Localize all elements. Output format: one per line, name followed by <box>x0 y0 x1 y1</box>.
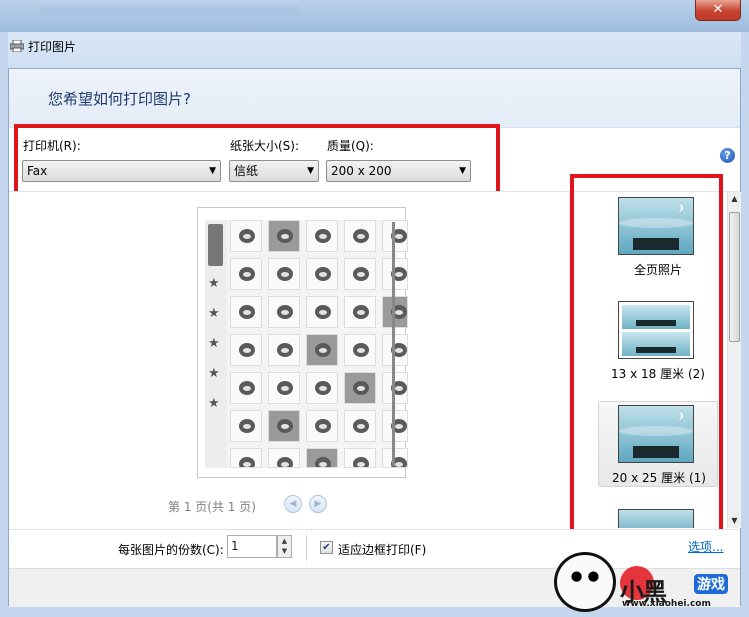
star-icon: ★ <box>208 396 220 411</box>
close-button[interactable]: ✕ <box>695 0 741 21</box>
scroll-up-icon[interactable]: ▲ <box>728 192 741 206</box>
copies-input[interactable]: 1 <box>227 535 277 558</box>
stepper-down-icon[interactable]: ▼ <box>278 546 291 556</box>
preview-sticker <box>382 372 408 404</box>
preview-sticker <box>382 334 408 366</box>
next-page-button[interactable]: ▶ <box>309 495 327 513</box>
divider <box>306 535 307 561</box>
preview-sticker <box>268 334 300 366</box>
preview-sticker <box>230 296 262 328</box>
preview-sticker <box>230 448 262 468</box>
prev-page-button[interactable]: ◀ <box>284 495 302 513</box>
preview-sticker <box>268 372 300 404</box>
fit-frame-checkbox[interactable]: ✔ <box>320 541 333 554</box>
preview-sticker <box>344 448 376 468</box>
preview-sticker <box>306 448 338 468</box>
preview-sticker <box>382 296 408 328</box>
window-header <box>8 32 741 68</box>
preview-sticker <box>230 410 262 442</box>
title-bar <box>0 0 749 32</box>
preview-sticker <box>306 410 338 442</box>
annotation-highlight-settings <box>14 124 500 198</box>
panda-logo-icon <box>554 552 616 612</box>
star-icon: ★ <box>208 276 220 291</box>
preview-sticker <box>230 220 262 252</box>
pager-text: 第 1 页(共 1 页) <box>168 500 256 514</box>
preview-sticker <box>268 410 300 442</box>
preview-sticker <box>344 258 376 290</box>
annotation-highlight-layouts <box>570 174 723 538</box>
preview-sticker <box>344 220 376 252</box>
preview-sticker <box>344 372 376 404</box>
preview-image-sidebar: ★ ★ ★ ★ ★ <box>205 220 227 468</box>
preview-sticker <box>268 258 300 290</box>
preview-sticker <box>382 448 408 468</box>
copies-label: 每张图片的份数(C): <box>118 543 224 557</box>
blurred-caption <box>40 6 300 16</box>
preview-sticker <box>306 258 338 290</box>
watermark-game: 游戏 <box>694 574 728 594</box>
preview-sticker <box>382 220 408 252</box>
window-title: 打印图片 <box>28 40 77 54</box>
preview-sticker <box>306 372 338 404</box>
preview-sticker <box>268 220 300 252</box>
star-icon: ★ <box>208 336 220 351</box>
preview-sticker <box>268 448 300 468</box>
page-title: 您希望如何打印图片? <box>48 90 191 108</box>
preview-sticker <box>230 334 262 366</box>
layout-scrollbar[interactable]: ▲ ▼ <box>727 192 741 528</box>
preview-sticker <box>230 258 262 290</box>
help-icon[interactable]: ? <box>720 148 735 163</box>
preview-tag <box>208 224 223 266</box>
copies-stepper[interactable]: ▲ ▼ <box>277 535 292 558</box>
preview-sticker <box>344 296 376 328</box>
star-icon: ★ <box>208 366 220 381</box>
preview-sticker <box>306 220 338 252</box>
preview-image-edge <box>392 222 395 466</box>
scroll-down-icon[interactable]: ▼ <box>728 514 741 528</box>
stepper-up-icon[interactable]: ▲ <box>278 536 291 546</box>
preview-sticker <box>344 410 376 442</box>
site-watermark: 小黑 游戏 www.xiaohei.com <box>554 548 749 617</box>
preview-sticker <box>382 258 408 290</box>
star-icon: ★ <box>208 306 220 321</box>
preview-sticker <box>382 410 408 442</box>
printer-icon <box>10 40 24 52</box>
preview-sticker <box>344 334 376 366</box>
watermark-url: www.xiaohei.com <box>622 599 711 609</box>
preview-sticker <box>306 296 338 328</box>
preview-sticker <box>306 334 338 366</box>
scrollbar-thumb[interactable] <box>729 212 740 342</box>
fit-frame-label: 适应边框打印(F) <box>338 543 427 557</box>
preview-sticker <box>230 372 262 404</box>
preview-sticker <box>268 296 300 328</box>
